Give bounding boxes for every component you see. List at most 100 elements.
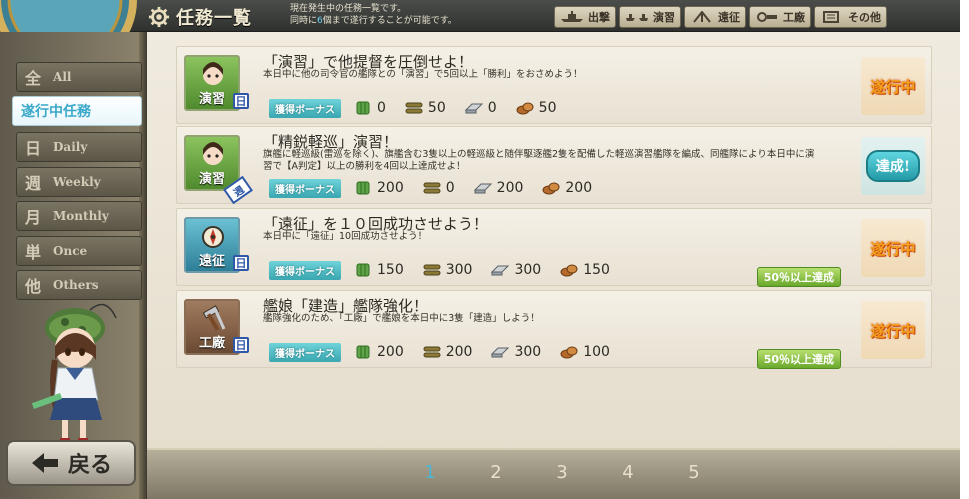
fuel-icon [356,345,370,359]
quest-description: 本日中に他の司令官の艦隊との「演習」で5回以上「勝利」をおさめよう！ [263,69,583,80]
daily-badge: 日 [233,337,249,353]
arsenal-icon [757,12,777,22]
pagination: 1 2 3 4 5 [420,462,704,483]
quest-description: 艦隊強化のため、「工廠」で艦娘を本日中に3隻「建造」しよう！ [263,313,540,324]
nav-expedition-button[interactable]: 遠征 [684,6,746,28]
filter-monthly[interactable]: 月 Monthly [16,201,142,231]
progress-badge: 50％以上達成 [756,267,841,287]
daily-badge: 日 [233,255,249,271]
quest-category-label: 遠征 [198,254,225,269]
filter-others[interactable]: 他 Others [16,270,142,300]
bonus-tag: 獲得ボーナス [269,342,341,362]
nav-sortie-button[interactable]: 出撃 [554,6,616,28]
quest-screen: 任務一覧 現在発生中の任務一覧です。 同時に6個まで遂行することが可能です。 出… [0,0,969,499]
reward-ammo: 0 [422,180,455,196]
nav-arsenal-button[interactable]: 工廠 [749,6,811,28]
back-button-label: 戻る [67,452,112,478]
info-line-2: 同時に6個まで遂行することが可能です。 [290,16,457,26]
nav-drill-button[interactable]: 演習 [619,6,681,28]
reward-bauxite: 100 [559,344,610,360]
filter-daily[interactable]: 日 Daily [16,132,142,162]
drill-ships-icon [626,14,648,21]
page-4-button[interactable]: 4 [618,462,638,483]
fuel-icon [356,101,370,115]
quest-rewards: 獲得ボーナス 200 200 300 100 [269,342,628,362]
progress-badge: 50％以上達成 [756,349,841,369]
quest-category-icon: 工廠 [184,299,240,355]
bauxite-icon [542,182,560,195]
steel-icon [473,183,492,194]
ship-girl-face-icon [203,142,223,165]
hammer-icon [202,305,226,331]
steel-icon [464,103,483,114]
bauxite-icon [560,264,578,277]
compass-icon [202,226,224,248]
reward-bauxite: 200 [541,180,592,196]
ammo-icon [423,346,441,358]
reward-fuel: 150 [353,262,404,278]
bonus-tag: 獲得ボーナス [269,178,341,198]
reward-ammo: 300 [422,262,472,278]
reward-steel: 300 [490,344,541,360]
header-info: 現在発生中の任務一覧です。 同時に6個まで遂行することが可能です。 [290,3,457,27]
filter-weekly[interactable]: 週 Weekly [16,167,142,197]
quest-status[interactable]: 達成! [861,137,925,195]
daily-badge: 日 [233,93,249,109]
status-label: 遂行中 [870,321,916,340]
bonus-tag: 獲得ボーナス [269,260,341,280]
quest-status: 遂行中 [861,57,925,115]
reward-steel: 0 [464,100,497,116]
page-1-button[interactable]: 1 [420,462,440,483]
quest-rewards: 獲得ボーナス 150 300 300 150 [269,260,628,280]
reward-fuel: 0 [353,100,386,116]
right-margin [960,0,969,499]
quest-row[interactable]: 工廠 日 艦娘「建造」艦隊強化！ 艦隊強化のため、「工廠」で艦娘を本日中に3隻「… [176,290,932,369]
back-button[interactable]: 戻る [6,440,136,486]
reward-bauxite: 50 [515,100,557,116]
quest-row[interactable]: 演習 日 「演習」で他提督を圧倒せよ！ 本日中に他の司令官の艦隊との「演習」で5… [176,46,932,124]
quest-category-icon: 遠征 [184,217,240,273]
quest-status: 遂行中 [861,219,925,277]
fuel-icon [356,263,370,277]
ammo-icon [423,264,441,276]
quest-row[interactable]: 演習 週 「精鋭軽巡」演習！ 旗艦に軽巡級(雷巡を除く)、旗艦含む3隻以上の軽巡… [176,126,932,205]
quest-status: 遂行中 [861,301,925,359]
status-label: 遂行中 [870,239,916,258]
reward-ammo: 200 [422,344,472,360]
nav-other-button[interactable]: その他 [814,6,887,28]
quest-category-label: 工廠 [198,336,225,351]
steel-icon [491,347,510,358]
quest-description: 本日中に「遠征」10回成功させよう！ [263,231,428,242]
filter-in-progress[interactable]: 遂行中任務 [12,96,142,126]
secretary-ship-girl [31,303,117,444]
quest-description: 旗艦に軽巡級(雷巡を除く)、旗艦含む3隻以上の軽巡級と随伴駆逐艦2隻を配備した軽… [263,149,815,172]
back-arrow-icon [31,453,58,473]
steel-icon [491,265,510,276]
page-2-button[interactable]: 2 [486,462,506,483]
quest-row[interactable]: 遠征 日 「遠征」を１０回成功させよう！ 本日中に「遠征」10回成功させよう！ … [176,208,932,287]
status-label: 遂行中 [870,77,916,96]
quest-category-label: 演習 [198,92,225,107]
page-5-button[interactable]: 5 [684,462,704,483]
header-nav: 出撃 演習 遠征 工廠 その他 [554,6,887,28]
status-label: 達成! [865,150,921,182]
reward-ammo: 50 [404,100,446,116]
page-title: 任務一覧 [176,8,252,29]
gear-icon [148,6,170,28]
filter-all[interactable]: 全 All [16,62,142,92]
ammo-icon [405,102,423,114]
fuel-icon [356,181,370,195]
filter-once[interactable]: 単 Once [16,236,142,266]
reward-fuel: 200 [353,344,404,360]
quest-rewards: 獲得ボーナス 200 0 200 200 [269,178,610,198]
bauxite-icon [516,102,534,115]
quest-rewards: 獲得ボーナス 0 50 0 50 [269,98,575,118]
ship-girl-face-icon [203,62,223,85]
expedition-icon [693,11,711,23]
page-3-button[interactable]: 3 [552,462,572,483]
reward-steel: 200 [473,180,523,196]
page-title-group: 任務一覧 [148,4,252,30]
reward-bauxite: 150 [559,262,610,278]
info-line-1: 現在発生中の任務一覧です。 [290,4,407,14]
quest-category-icon: 演習 [184,55,240,111]
